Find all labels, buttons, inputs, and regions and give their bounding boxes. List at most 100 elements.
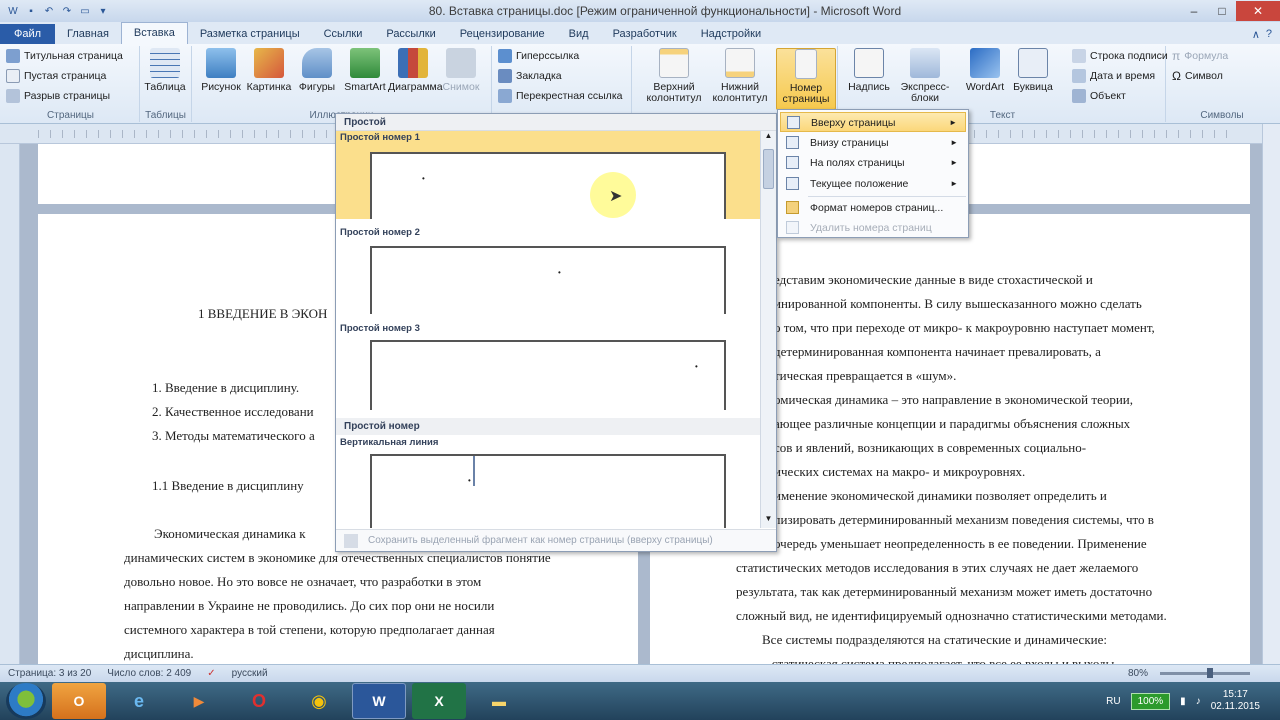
print-icon[interactable]: ▭ [78,4,92,18]
symbol-button[interactable]: Ω Символ [1168,66,1276,86]
input-language[interactable]: RU [1106,696,1120,707]
tab-mailings[interactable]: Рассылки [374,24,447,44]
network-icon[interactable]: ▮ [1180,696,1186,707]
chart-button[interactable]: Диаграмма [388,48,443,93]
opera-taskbar-icon[interactable]: O [232,683,286,719]
maximize-button[interactable]: □ [1208,1,1236,21]
zoom-thumb[interactable] [1206,668,1213,678]
tab-view[interactable]: Вид [557,24,601,44]
zoom-level[interactable]: 80% [1120,668,1156,679]
menu-item-page-margins[interactable]: На полях страницы ► [780,153,966,173]
tab-review[interactable]: Рецензирование [448,24,557,44]
page-count-status[interactable]: Страница: 3 из 20 [0,668,99,679]
tab-developer[interactable]: Разработчик [601,24,689,44]
picture-button[interactable]: Рисунок [196,48,246,93]
scroll-up-icon[interactable]: ▲ [761,131,776,145]
menu-item-current-position[interactable]: Текущее положение ► [780,174,966,194]
gallery-scrollbar[interactable]: ▲ ▼ [760,131,776,528]
zoom-slider[interactable] [1160,672,1250,675]
gallery-item-plain-number-3[interactable]: Простой номер 3 • [336,322,760,410]
dropcap-button[interactable]: Буквица [1008,48,1058,93]
word-icon[interactable]: W [6,4,20,18]
chrome-taskbar-icon[interactable]: ◉ [292,683,346,719]
paragraph-line: сов и явлений, возникающих в современных… [774,440,1087,455]
shapes-button[interactable]: Фигуры [292,48,342,93]
help-icon[interactable]: ? [1266,28,1272,40]
submenu-arrow-icon: ► [950,158,958,167]
excel-taskbar-icon[interactable]: X [412,683,466,719]
volume-icon[interactable]: ♪ [1196,696,1201,707]
header-button[interactable]: Верхний колонтитул [644,48,704,104]
quick-parts-button[interactable]: Экспресс-блоки [894,48,956,104]
tab-addins[interactable]: Надстройки [689,24,773,44]
menu-item-format-page-numbers[interactable]: Формат номеров страниц... [780,198,966,218]
word-count-status[interactable]: Число слов: 2 409 [99,668,199,679]
format-numbers-icon [786,201,799,214]
clipart-button[interactable]: Картинка [244,48,294,93]
equation-button[interactable]: π Формула [1168,46,1276,66]
gallery-item-plain-number-2[interactable]: Простой номер 2 • [336,226,760,314]
table-button[interactable]: Таблица [140,48,190,93]
screenshot-button[interactable]: Снимок [436,48,486,93]
language-status[interactable]: русский [224,668,276,679]
tab-page-layout[interactable]: Разметка страницы [188,24,312,44]
customize-qat-icon[interactable]: ▾ [96,4,110,18]
wordart-icon [970,48,1000,78]
close-button[interactable]: ✕ [1236,1,1280,21]
cover-page-button[interactable]: Титульная страница [2,46,139,66]
ie-taskbar-icon[interactable]: e [112,683,166,719]
paragraph-line: направлении в Украине не проводились. До… [124,598,495,613]
calendar-icon [1072,69,1086,83]
date-time-button[interactable]: Дата и время [1068,66,1168,86]
scroll-down-icon[interactable]: ▼ [761,514,776,528]
clock[interactable]: 15:17 02.11.2015 [1211,689,1260,713]
redo-icon[interactable]: ↷ [60,4,74,18]
save-selection-to-gallery[interactable]: Сохранить выделенный фрагмент как номер … [336,529,776,551]
remove-numbers-icon [786,221,799,234]
gallery-item-vertical-line[interactable]: Вертикальная линия • [336,436,760,528]
object-button[interactable]: Объект [1068,86,1168,106]
page-break-button[interactable]: Разрыв страницы [2,86,139,106]
wordart-button[interactable]: WordArt [960,48,1010,93]
footer-button[interactable]: Нижний колонтитул [710,48,770,104]
tab-references[interactable]: Ссылки [312,24,375,44]
start-button[interactable] [6,683,46,719]
textbox-button[interactable]: Надпись [844,48,894,93]
outlook-taskbar-icon[interactable]: O [52,683,106,719]
word-taskbar-icon[interactable]: W [352,683,406,719]
gallery-item-plain-number-1[interactable]: Простой номер 1 • [336,131,760,219]
minimize-button[interactable]: – [1180,1,1208,21]
vertical-ruler[interactable] [0,144,20,664]
vertical-scrollbar[interactable] [1262,124,1280,664]
bookmark-button[interactable]: Закладка [494,66,631,86]
blank-page-button[interactable]: Пустая страница [2,66,139,86]
taskbar: O e ▶ O ◉ W X ▬ RU 100% ▮ ♪ 15:17 02.11.… [0,682,1280,720]
menu-item-remove-page-numbers[interactable]: Удалить номера страниц [780,218,966,238]
cross-reference-button[interactable]: Перекрестная ссылка [494,86,631,106]
battery-indicator[interactable]: 100% [1130,692,1171,710]
paragraph-line: очередь уменьшает неопределенность в ее … [774,536,1147,551]
gallery-scroll-thumb[interactable] [763,149,774,189]
tab-file[interactable]: Файл [0,24,56,44]
tab-insert[interactable]: Вставка [120,22,188,44]
ribbon-tabs: Файл Главная Вставка Разметка страницы С… [0,22,1280,44]
explorer-taskbar-icon[interactable]: ▬ [472,683,526,719]
picture-icon [206,48,236,78]
signature-line-button[interactable]: Строка подписи [1068,46,1168,66]
textbox-icon [854,48,884,78]
menu-item-bottom-of-page[interactable]: Внизу страницы ► [780,133,966,153]
minimize-ribbon-icon[interactable]: ∧ [1252,28,1260,41]
tab-home[interactable]: Главная [55,24,121,44]
media-taskbar-icon[interactable]: ▶ [172,683,226,719]
cover-page-icon [6,49,20,63]
menu-item-top-of-page[interactable]: Вверху страницы ► [780,112,966,132]
smartart-button[interactable]: SmartArt [340,48,390,93]
save-icon[interactable]: ▪ [24,4,38,18]
dropcap-icon [1018,48,1048,78]
page-margins-icon [786,156,799,169]
hyperlink-button[interactable]: Гиперссылка [494,46,631,66]
page-number-button[interactable]: Номер страницы [776,48,836,110]
gallery-item-label: Простой номер 1 [340,132,420,143]
undo-icon[interactable]: ↶ [42,4,56,18]
spellcheck-icon[interactable]: ✓ [199,668,223,679]
